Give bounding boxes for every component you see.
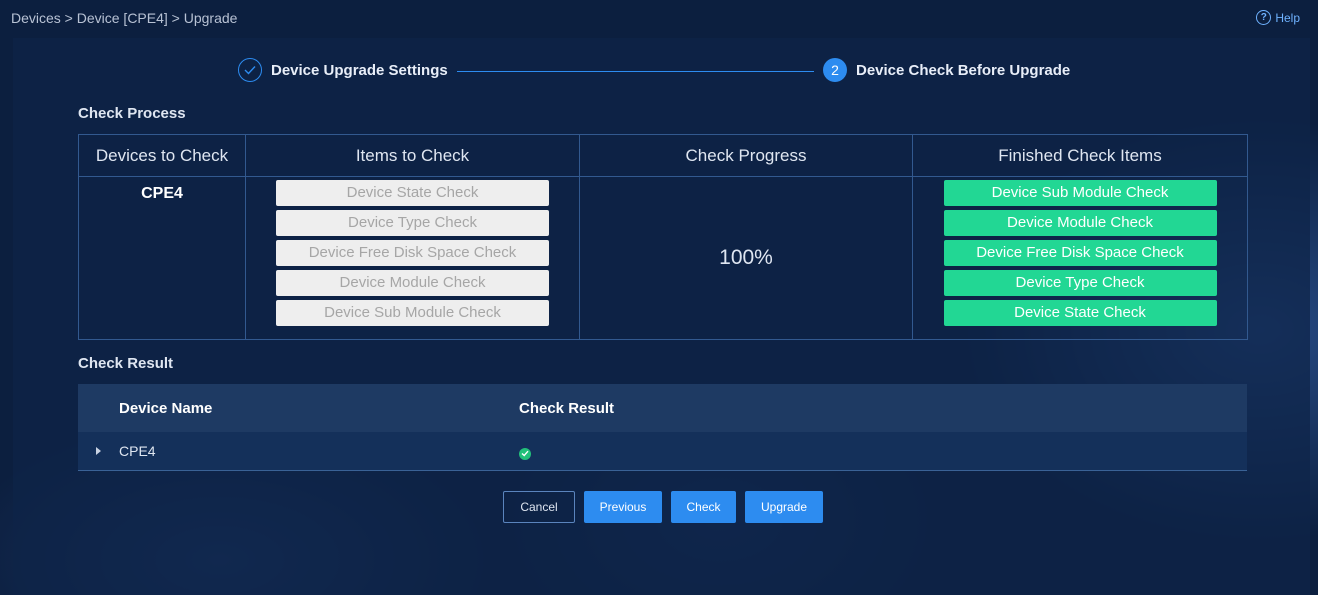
upgrade-button[interactable]: Upgrade	[745, 491, 823, 523]
finished-item: Device Free Disk Space Check	[943, 240, 1217, 266]
check-process-table: Devices to Check Items to Check Check Pr…	[78, 134, 1248, 340]
header-finished-check-items: Finished Check Items	[912, 134, 1248, 177]
step-device-check: 2 Device Check Before Upgrade	[823, 58, 1070, 82]
pending-item: Device Free Disk Space Check	[276, 240, 549, 266]
pending-item: Device Sub Module Check	[276, 300, 549, 326]
step-number: 2	[823, 58, 847, 82]
step-label: Device Upgrade Settings	[271, 61, 448, 79]
result-device-name: CPE4	[119, 443, 156, 459]
steps-indicator: Device Upgrade Settings 2 Device Check B…	[238, 58, 1138, 84]
header-devices-to-check: Devices to Check	[78, 134, 246, 177]
finished-items-cell: Device Sub Module Check Device Module Ch…	[912, 176, 1248, 340]
upgrade-panel: Device Upgrade Settings 2 Device Check B…	[13, 38, 1310, 595]
header-items-to-check: Items to Check	[245, 134, 580, 177]
action-buttons: Cancel Previous Check Upgrade	[503, 491, 823, 523]
step-device-upgrade-settings: Device Upgrade Settings	[238, 58, 448, 82]
check-circle-icon	[519, 447, 531, 460]
pending-item: Device Module Check	[276, 270, 549, 296]
check-button[interactable]: Check	[671, 491, 736, 523]
header-check-progress: Check Progress	[579, 134, 913, 177]
result-table-header: Device Name Check Result	[78, 384, 1247, 432]
finished-item: Device Type Check	[943, 270, 1217, 296]
check-process-title: Check Process	[78, 105, 186, 122]
previous-button[interactable]: Previous	[584, 491, 662, 523]
breadcrumb: Devices > Device [CPE4] > Upgrade	[11, 10, 238, 26]
help-link[interactable]: ? Help	[1256, 10, 1300, 25]
check-result-title: Check Result	[78, 355, 174, 372]
table-row: CPE4	[78, 432, 1247, 471]
finished-item: Device Sub Module Check	[943, 180, 1217, 206]
pending-item: Device State Check	[276, 180, 549, 206]
cancel-button[interactable]: Cancel	[503, 491, 575, 523]
help-label: Help	[1275, 10, 1300, 25]
items-to-check-cell: Device State Check Device Type Check Dev…	[245, 176, 580, 340]
check-result-table: Device Name Check Result CPE4	[78, 384, 1247, 471]
checkmark-icon	[238, 58, 262, 82]
device-to-check: CPE4	[78, 176, 246, 340]
check-progress: 100%	[579, 176, 913, 340]
question-circle-icon: ?	[1256, 10, 1272, 25]
finished-item: Device State Check	[943, 300, 1217, 326]
header-device-name: Device Name	[119, 399, 213, 417]
pending-item: Device Type Check	[276, 210, 549, 236]
finished-item: Device Module Check	[943, 210, 1217, 236]
step-connector	[457, 71, 814, 72]
expand-row-toggle[interactable]	[78, 447, 119, 455]
header-check-result: Check Result	[519, 399, 615, 417]
step-label: Device Check Before Upgrade	[856, 61, 1071, 79]
caret-right-icon[interactable]	[96, 447, 101, 455]
